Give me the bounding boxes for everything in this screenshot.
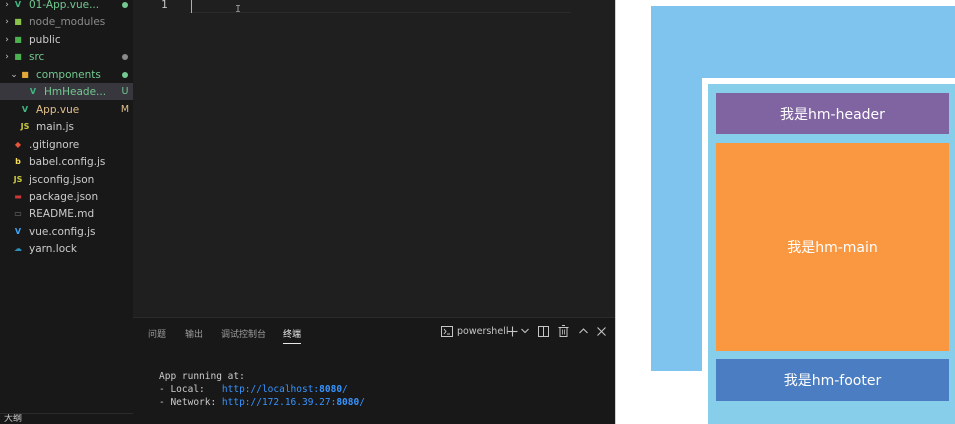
vue-file-icon: V: [21, 105, 29, 114]
explorer-sidebar: › V 01-App.vue... › ■ node_modules › ■ public › ■ s…: [0, 0, 133, 424]
trash-icon: [558, 325, 569, 337]
chevron-down-icon: [521, 328, 529, 334]
terminal-dropdown-button[interactable]: [521, 324, 529, 338]
current-line-highlight: [189, 12, 571, 13]
tree-item[interactable]: b babel.config.js: [0, 153, 133, 170]
tree-item-label: package.json: [29, 190, 99, 203]
git-change-dot: [122, 53, 128, 60]
tree-item[interactable]: JS jsconfig.json: [0, 171, 133, 188]
network-port: 8080: [336, 397, 360, 408]
chevron-up-icon: [579, 328, 588, 334]
close-panel-button[interactable]: [597, 324, 606, 338]
terminal-line: App running at:: [159, 371, 245, 382]
chevron-right-icon: ›: [5, 34, 9, 45]
vue-config-icon: V: [14, 227, 22, 236]
hm-header-block: 我是hm-header: [716, 93, 949, 134]
tree-item[interactable]: ▬ package.json: [0, 188, 133, 205]
terminal-shell-selector[interactable]: powershell: [441, 324, 508, 338]
folder-icon: ■: [14, 52, 22, 61]
tree-item-label: README.md: [29, 207, 95, 220]
terminal-icon: [441, 325, 453, 337]
folder-icon: ■: [14, 17, 22, 26]
hm-footer-block: 我是hm-footer: [716, 359, 949, 401]
kill-terminal-button[interactable]: [558, 324, 569, 338]
tree-item[interactable]: ☁ yarn.lock: [0, 240, 133, 257]
split-terminal-button[interactable]: [538, 324, 549, 338]
tree-item-label: .gitignore: [29, 138, 80, 151]
folder-icon: ■: [14, 35, 22, 44]
tree-item-label: HmHeade...: [44, 85, 107, 98]
js-file-icon: JS: [20, 122, 30, 131]
tree-item[interactable]: V App.vue M: [0, 101, 133, 118]
tree-item-label: babel.config.js: [29, 155, 106, 168]
tree-item-label: src: [29, 50, 45, 63]
tree-item-label: node_modules: [29, 15, 106, 28]
close-icon: [597, 326, 606, 336]
vue-file-icon: V: [29, 87, 37, 96]
bottom-panel: 问题 输出 调试控制台 终端 powershell App running at…: [133, 317, 615, 424]
tree-item[interactable]: › ■ src: [0, 48, 133, 65]
tab-output[interactable]: 输出: [185, 327, 203, 340]
chevron-down-icon: ⌄: [10, 69, 18, 80]
git-change-dot: [122, 71, 128, 78]
babel-icon: b: [15, 157, 21, 166]
git-status-badge: U: [121, 86, 129, 97]
network-url-link[interactable]: http://172.16.39.27:8080/: [222, 397, 365, 408]
tree-item[interactable]: ◆ .gitignore: [0, 136, 133, 153]
yarn-icon: ☁: [14, 244, 22, 253]
mouse-ibeam-cursor: I: [235, 4, 242, 15]
tree-item[interactable]: ⌄ ■ components: [0, 66, 133, 83]
local-url-tail: /: [342, 384, 348, 395]
chevron-right-icon: ›: [5, 16, 9, 27]
local-port: 8080: [319, 384, 343, 395]
readme-icon: ▭: [14, 209, 22, 218]
tab-terminal[interactable]: 终端: [283, 327, 302, 344]
tab-problems[interactable]: 问题: [148, 327, 166, 340]
git-icon: ◆: [14, 140, 22, 149]
plus-icon: [507, 326, 518, 336]
browser-preview: 我是hm-header 我是hm-main 我是hm-footer: [615, 0, 955, 424]
network-url-tail: /: [359, 397, 365, 408]
folder-icon: ■: [21, 70, 29, 79]
chevron-right-icon: ›: [5, 0, 9, 10]
terminal-line-local: - Local: http://localhost:8080/: [159, 384, 348, 395]
shell-label: powershell: [457, 325, 509, 337]
tree-item-label: jsconfig.json: [29, 173, 95, 186]
text-cursor: [191, 0, 192, 13]
chevron-right-icon: ›: [5, 51, 9, 62]
tree-item-label: main.js: [36, 120, 74, 133]
terminal-network-label: - Network:: [159, 397, 222, 408]
outline-section-header[interactable]: 大纲: [0, 413, 133, 424]
tree-item[interactable]: V HmHeade... U: [0, 83, 133, 100]
split-icon: [538, 325, 549, 337]
new-terminal-button[interactable]: [507, 324, 518, 338]
tree-item[interactable]: › V 01-App.vue...: [0, 0, 133, 13]
tree-item[interactable]: ▭ README.md: [0, 205, 133, 222]
maximize-panel-button[interactable]: [579, 324, 588, 338]
git-status-badge: M: [120, 104, 130, 115]
local-url-link[interactable]: http://localhost:8080/: [222, 384, 348, 395]
npm-icon: ▬: [14, 192, 22, 201]
tree-item-label: App.vue: [36, 103, 80, 116]
terminal-line-network: - Network: http://172.16.39.27:8080/: [159, 397, 365, 408]
hm-main-block: 我是hm-main: [716, 143, 949, 351]
tree-item-label: yarn.lock: [29, 242, 77, 255]
git-change-dot: [122, 1, 128, 8]
tree-item-label: public: [29, 33, 61, 46]
tree-item-label: 01-App.vue...: [29, 0, 100, 11]
network-url: http://172.16.39.27:: [221, 397, 337, 408]
tree-item[interactable]: JS main.js: [0, 118, 133, 135]
vue-file-icon: V: [14, 0, 22, 9]
local-url: http://localhost:: [221, 384, 320, 395]
line-number: 1: [161, 0, 168, 11]
tree-item[interactable]: › ■ public: [0, 31, 133, 48]
tree-item[interactable]: Vvue.config.js: [0, 223, 133, 240]
code-editor[interactable]: 1 I: [133, 0, 615, 317]
tree-item-label: components: [36, 68, 101, 81]
terminal-local-label: - Local:: [159, 384, 222, 395]
tree-item-label: vue.config.js: [29, 225, 96, 238]
js-file-icon: JS: [13, 175, 23, 184]
tab-debug-console[interactable]: 调试控制台: [221, 327, 266, 340]
tree-item[interactable]: › ■ node_modules: [0, 13, 133, 30]
